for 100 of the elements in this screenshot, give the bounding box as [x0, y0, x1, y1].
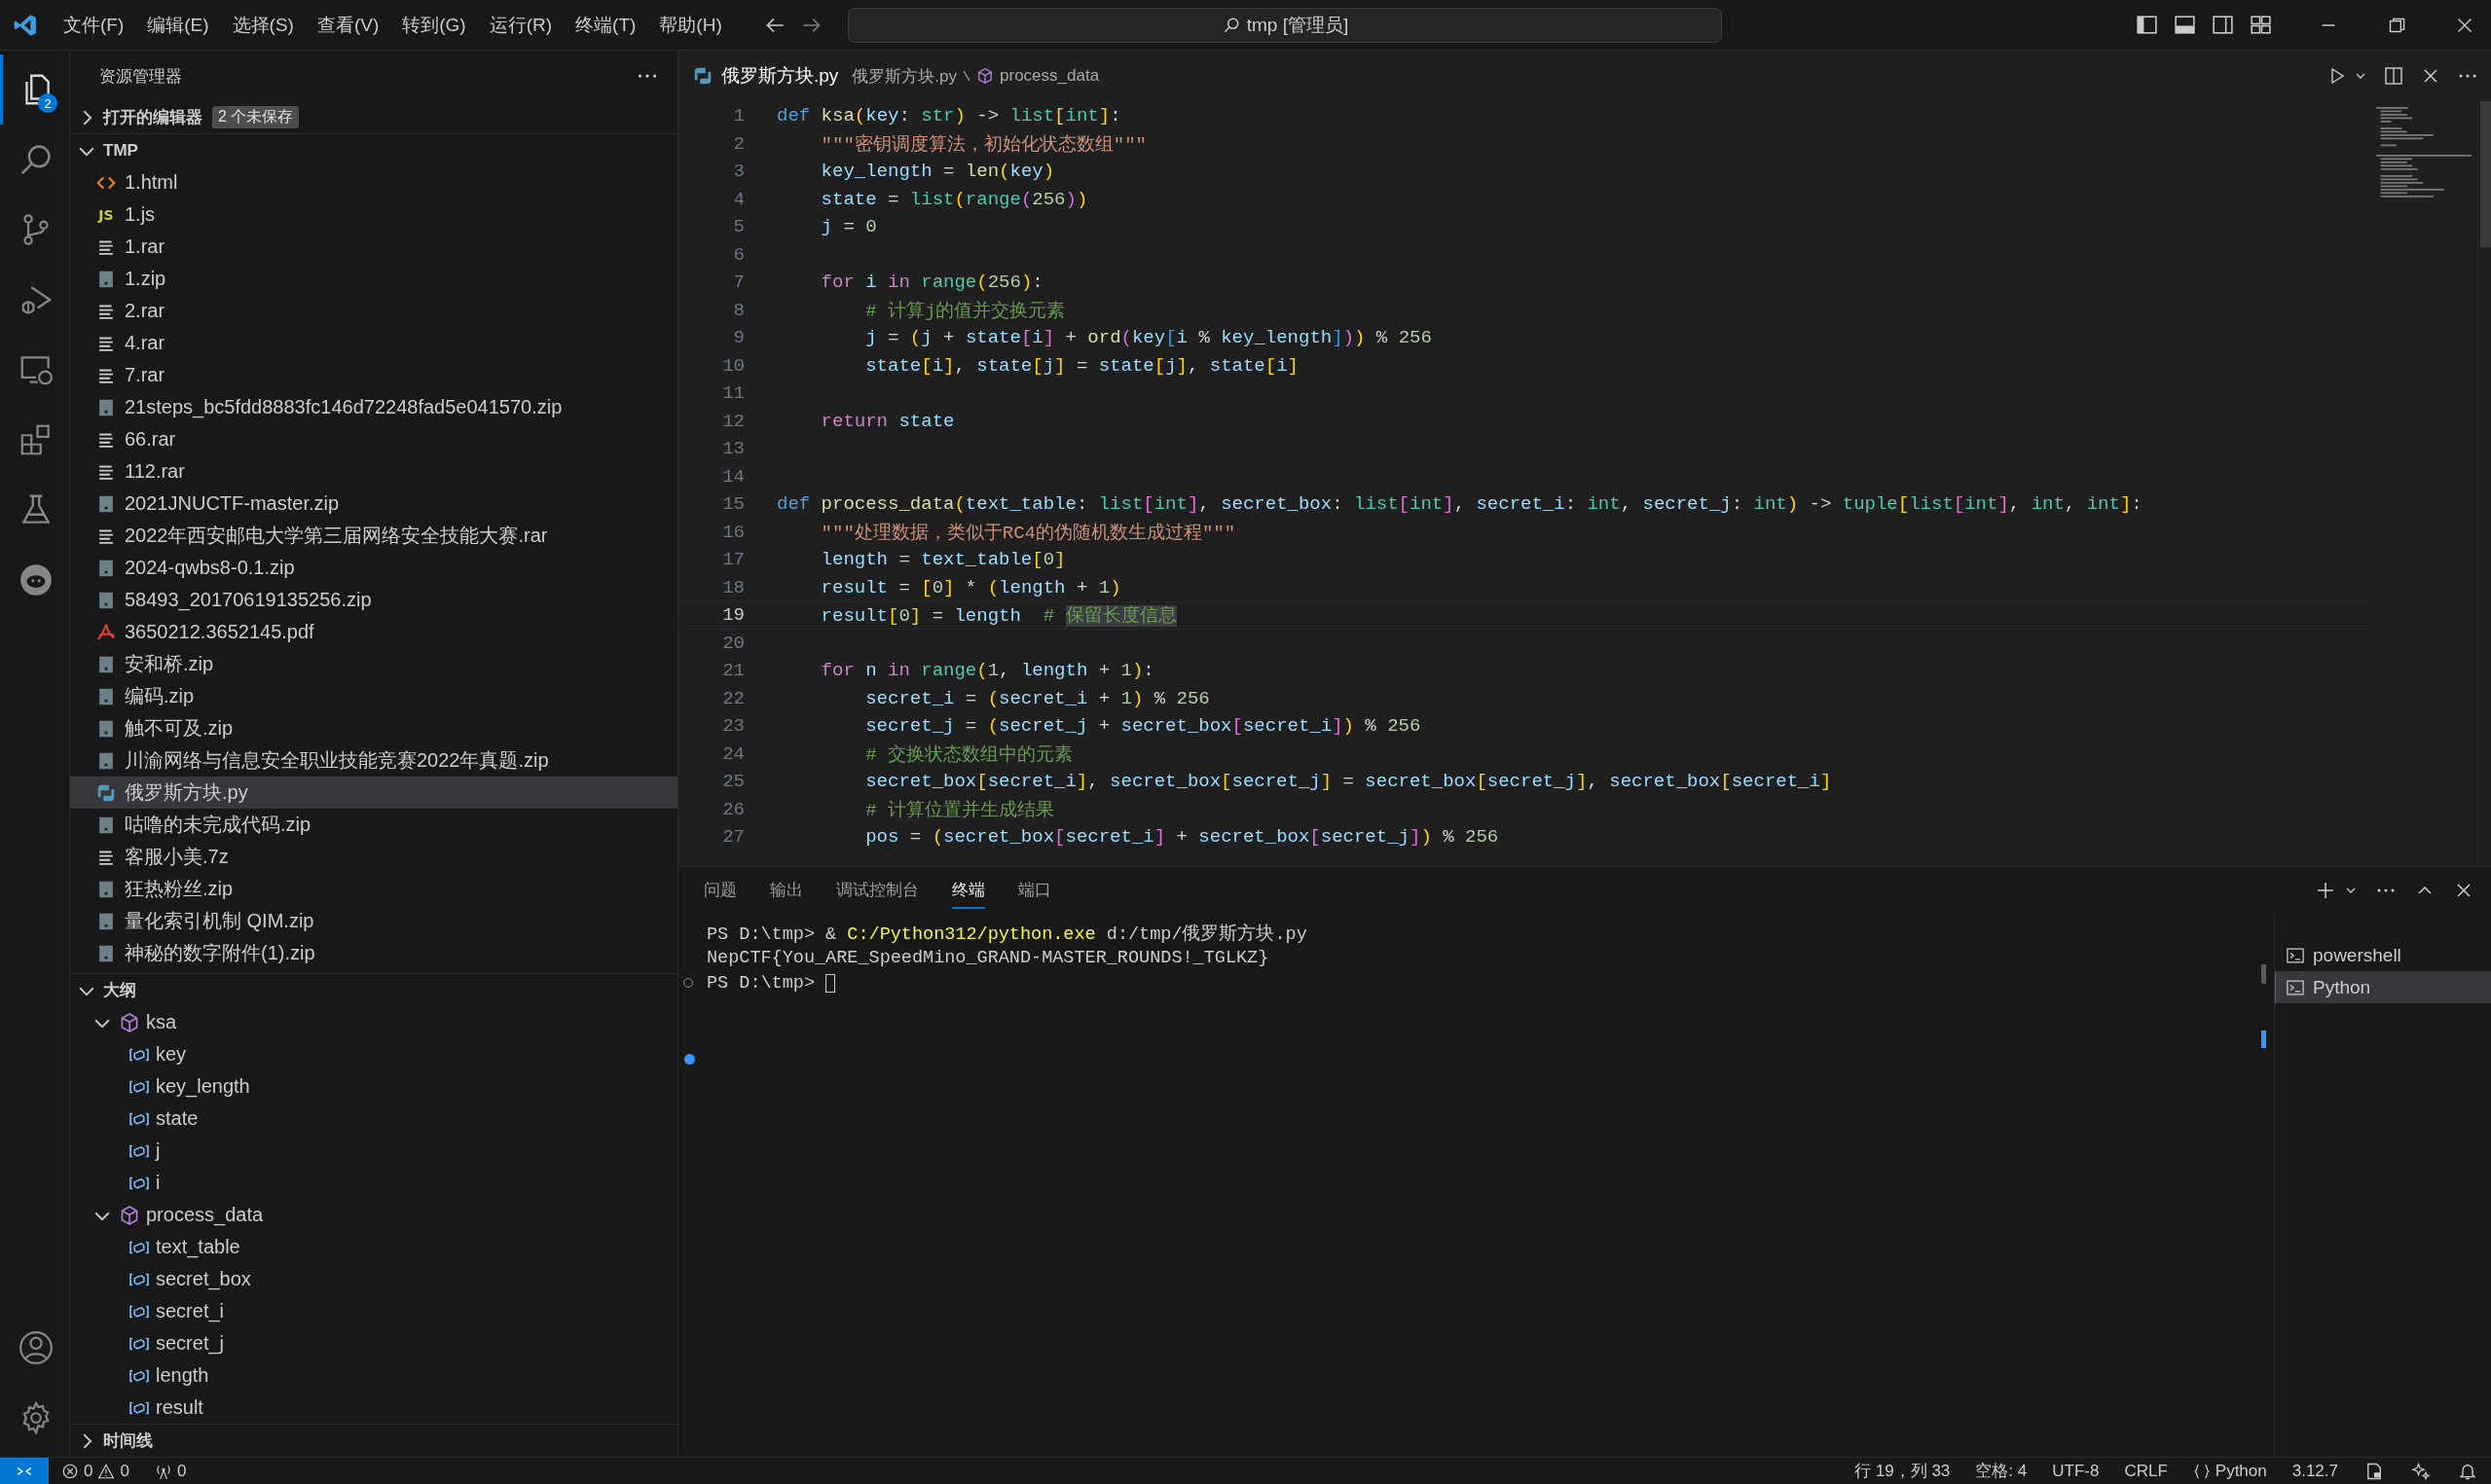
section-header[interactable]: 打开的编辑器 [103, 106, 202, 128]
code-line: pos = (secret_box[secret_i] + secret_box[secret_j]) % 256 [864, 826, 1499, 849]
outline-item[interactable]: secret_i [156, 1300, 225, 1322]
outline-item[interactable]: j [156, 1140, 161, 1162]
scrollbar-thumb[interactable] [2480, 101, 2491, 247]
outline-item[interactable]: key [156, 1043, 187, 1066]
menu-item[interactable]: 终端(T) [575, 12, 637, 38]
remote-button[interactable] [0, 1458, 49, 1484]
status-item[interactable]: 空格: 4 [1962, 1460, 2040, 1482]
code-line: """密钥调度算法，初始化状态数组""" [820, 132, 1148, 157]
file-item[interactable]: 量化索引机制 QIM.zip [70, 905, 678, 937]
code-line: secret_i = (secret_i + 1) % 256 [864, 687, 1210, 709]
file-item[interactable]: 触不可及.zip [70, 712, 678, 744]
file-item[interactable]: 7.rar [70, 359, 678, 391]
panel-tab[interactable]: 终端 [952, 872, 985, 909]
file-item[interactable]: 1.rar [70, 231, 678, 263]
file-item[interactable]: 21steps_bc5fdd8883fc146d72248fad5e041570.zip [70, 391, 678, 423]
outline-item[interactable]: ksa [146, 1011, 177, 1033]
command-center[interactable]: tmp [管理员] [848, 7, 1722, 43]
app-logo-icon [13, 12, 38, 38]
panel-tab[interactable]: 调试控制台 [836, 872, 919, 909]
line-number: 3 [732, 161, 745, 183]
panel-tab[interactable]: 输出 [770, 872, 803, 909]
menu-item[interactable]: 帮助(H) [659, 12, 722, 38]
breadcrumb-item[interactable]: 俄罗斯方块.py [852, 64, 958, 88]
folder-header[interactable]: TMP [103, 140, 138, 161]
document-icon[interactable] [2364, 1461, 2384, 1481]
split-editor-icon[interactable] [2382, 64, 2405, 88]
sparkle-icon[interactable] [2411, 1461, 2431, 1481]
toggle-sidebar-icon[interactable] [2135, 13, 2159, 37]
ports-button[interactable]: 0 [141, 1461, 200, 1481]
file-item[interactable]: 4.rar [70, 327, 678, 359]
file-item[interactable]: 狂热粉丝.zip [70, 873, 678, 905]
line-number: 6 [732, 243, 745, 266]
problems-button[interactable]: 0 0 [49, 1461, 142, 1481]
scrollbar-thumb[interactable] [2261, 964, 2266, 984]
outline-item[interactable]: result [156, 1396, 203, 1419]
status-item[interactable]: UTF-8 [2039, 1461, 2112, 1481]
outline-item[interactable]: process_data [146, 1204, 264, 1226]
outline-item[interactable]: length [156, 1364, 209, 1387]
menu-item[interactable]: 运行(R) [489, 12, 553, 38]
file-item[interactable]: 神秘的数字附件(1).zip [70, 937, 678, 969]
js-file-icon: JS [95, 206, 117, 223]
file-item[interactable]: 3650212.3652145.pdf [70, 616, 678, 648]
panel-tab[interactable]: 端口 [1018, 872, 1051, 909]
terminal-list-item[interactable]: Python [2275, 971, 2491, 1003]
file-item[interactable]: 咕噜的未完成代码.zip [70, 809, 678, 841]
line-number: 12 [721, 410, 745, 432]
notification-badge: 2 [38, 93, 57, 113]
menu-item[interactable]: 编辑(E) [147, 12, 209, 38]
status-item[interactable]: CRLF [2111, 1461, 2180, 1481]
file-item[interactable]: 2.rar [70, 295, 678, 327]
editor-tab[interactable]: 俄罗斯方块.py [692, 63, 839, 89]
menu-item[interactable]: 选择(S) [232, 12, 294, 38]
file-item[interactable]: 川渝网络与信息安全职业技能竞赛2022年真题.zip [70, 744, 678, 777]
status-item[interactable]: 行 19，列 33 [1842, 1460, 1963, 1482]
menu-item[interactable]: 文件(F) [63, 12, 125, 38]
file-item[interactable]: 客服小美.7z [70, 841, 678, 873]
section-header[interactable]: 大纲 [103, 979, 136, 1001]
file-item[interactable]: 俄罗斯方块.py [70, 777, 678, 809]
file-item[interactable]: 112.rar [70, 455, 678, 488]
activity-bar-item[interactable]: 2 [0, 54, 69, 125]
menu-item[interactable]: 查看(V) [316, 12, 380, 38]
file-item[interactable]: 2021JNUCTF-master.zip [70, 488, 678, 520]
outline-item[interactable]: i [156, 1172, 161, 1194]
section-header[interactable]: 时间线 [103, 1430, 153, 1452]
terminal-list-item[interactable]: powershell [2275, 939, 2491, 971]
file-item[interactable]: 1.html [70, 166, 678, 199]
file-item[interactable]: 安和桥.zip [70, 648, 678, 680]
file-item[interactable]: 2024-qwbs8-0.1.zip [70, 552, 678, 584]
file-item[interactable]: 1.zip [70, 263, 678, 295]
status-item[interactable]: 3.12.7 [2279, 1461, 2351, 1481]
code-line: result = [0] * (length + 1) [820, 576, 1121, 598]
braces-icon [2192, 1462, 2211, 1480]
toggle-secondary-sidebar-icon[interactable] [2211, 13, 2235, 37]
outline-item[interactable]: secret_j [156, 1332, 225, 1355]
language-mode-button[interactable]: Python [2180, 1461, 2280, 1481]
outline-item[interactable]: state [156, 1107, 199, 1130]
file-item[interactable]: JS 1.js [70, 199, 678, 231]
file-item[interactable]: 66.rar [70, 423, 678, 455]
terminal-icon [2286, 977, 2305, 997]
code-line: """处理数据，类似于RC4的伪随机数生成过程""" [820, 521, 1236, 545]
menu-item[interactable]: 转到(G) [402, 12, 466, 38]
command-decoration-icon[interactable] [684, 1053, 695, 1065]
panel-tab[interactable]: 问题 [704, 872, 737, 909]
file-item[interactable]: 2022年西安邮电大学第三届网络安全技能大赛.rar [70, 520, 678, 552]
layout-grid-icon[interactable] [2249, 13, 2273, 37]
outline-item[interactable]: text_table [156, 1236, 240, 1258]
file-item[interactable]: 编码.zip [70, 680, 678, 712]
toggle-panel-icon[interactable] [2173, 13, 2197, 37]
line-number: 8 [732, 299, 745, 321]
outline-item[interactable]: secret_box [156, 1268, 251, 1290]
python-file-icon [692, 65, 714, 87]
breadcrumb-item[interactable]: process_data [1000, 66, 1100, 86]
outline-item[interactable]: key_length [156, 1075, 250, 1098]
line-number: 9 [732, 327, 745, 349]
line-number: 16 [721, 521, 745, 543]
line-number: 19 [721, 604, 745, 627]
cube-icon [119, 1011, 140, 1033]
file-item[interactable]: 58493_20170619135256.zip [70, 584, 678, 616]
